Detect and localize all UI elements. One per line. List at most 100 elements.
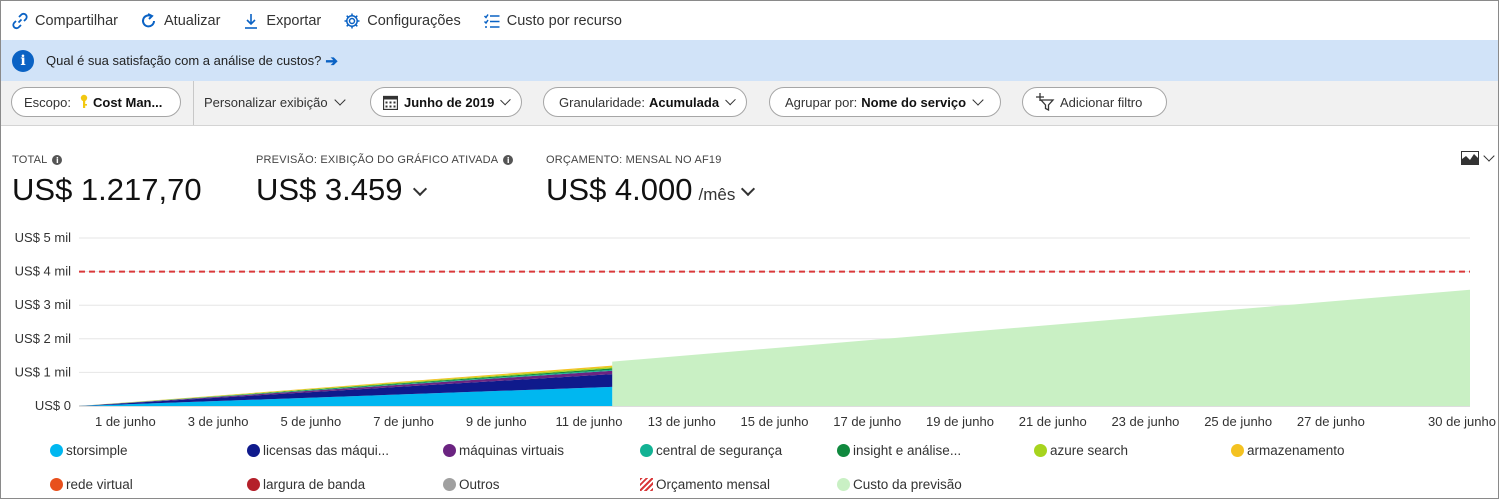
cost-by-resource-label: Custo por recurso — [506, 12, 622, 29]
x-tick-label: 21 de junho — [1019, 414, 1087, 429]
granularity-label: Granularidade: — [559, 94, 645, 110]
chart-type-selector[interactable] — [1461, 150, 1495, 165]
x-tick-label: 9 de junho — [466, 414, 527, 429]
customize-view-dropdown[interactable]: Personalizar exibição — [204, 87, 346, 117]
legend-swatch — [640, 444, 653, 457]
cost-by-resource-button[interactable]: Custo por recurso — [483, 1, 622, 40]
legend-swatch — [50, 444, 63, 457]
total-value: US$ 1.217,70 — [12, 172, 202, 207]
scope-value: Cost Man... — [92, 94, 163, 110]
legend-item[interactable]: storsimple — [50, 443, 128, 458]
feedback-banner: i Qual é sua satisfação com a análise de… — [1, 40, 1498, 81]
export-button[interactable]: Exportar — [242, 1, 321, 40]
add-filter-button[interactable]: Adicionar filtro — [1022, 87, 1167, 117]
add-filter-icon — [1035, 93, 1055, 111]
legend-swatch — [247, 478, 260, 491]
legend-item[interactable]: licensas das máqui... — [247, 443, 389, 458]
x-tick-label: 23 de junho — [1111, 414, 1179, 429]
forecast-kpi: PREVISÃO: EXIBIÇÃO DO GRÁFICO ATIVADA i U… — [256, 154, 514, 208]
legend-swatch — [443, 478, 456, 491]
legend-swatch — [247, 444, 260, 457]
add-filter-label: Adicionar filtro — [1060, 94, 1143, 110]
legend-item[interactable]: rede virtual — [50, 477, 133, 492]
legend-item[interactable]: máquinas virtuais — [443, 443, 564, 458]
group-by-label: Agrupar por: — [785, 94, 858, 110]
granularity-pill[interactable]: Granularidade: Acumulada — [543, 87, 747, 117]
legend-item[interactable]: insight e análise... — [837, 443, 961, 458]
forecast-label: PREVISÃO: EXIBIÇÃO DO GRÁFICO ATIVADA — [256, 154, 499, 166]
chevron-down-icon[interactable] — [412, 181, 427, 197]
refresh-button[interactable]: Atualizar — [140, 1, 220, 40]
filter-divider — [193, 81, 194, 125]
legend-swatch — [837, 444, 850, 457]
legend-swatch — [837, 478, 850, 491]
y-tick-label: US$ 4 mil — [15, 264, 71, 279]
refresh-icon — [140, 12, 158, 30]
x-tick-label: 15 de junho — [741, 414, 809, 429]
group-by-pill[interactable]: Agrupar por: Nome do serviço — [769, 87, 1001, 117]
legend-item[interactable]: azure search — [1034, 443, 1128, 458]
x-tick-label: 19 de junho — [926, 414, 994, 429]
y-tick-label: US$ 2 mil — [15, 331, 71, 346]
x-tick-label: 13 de junho — [648, 414, 716, 429]
legend-label: licensas das máqui... — [263, 443, 390, 458]
customize-view-label: Personalizar exibição — [204, 94, 328, 110]
chart-legend: storsimple licensas das máqui... máquinas … — [1, 441, 1498, 498]
settings-button[interactable]: Configurações — [343, 1, 461, 40]
granularity-value: Acumulada — [649, 94, 720, 110]
budget-value: US$ 4.000 — [546, 172, 693, 207]
chevron-down-icon[interactable] — [741, 181, 756, 197]
filter-bar: Escopo: Cost Man... Personalizar exibiçã… — [1, 81, 1498, 126]
total-label: TOTAL — [12, 154, 48, 166]
chevron-down-icon — [1483, 150, 1495, 162]
legend-item[interactable]: largura de banda — [247, 477, 365, 492]
budget-kpi: ORÇAMENTO: MENSAL NO AF19 US$ 4.000/mês — [546, 154, 756, 208]
budget-suffix: /mês — [698, 185, 736, 204]
y-tick-label: US$ 5 mil — [15, 230, 71, 245]
legend-swatch — [1231, 444, 1244, 457]
y-tick-label: US$ 3 mil — [15, 297, 71, 312]
legend-label: Custo da previsão — [853, 477, 962, 492]
download-icon — [242, 12, 260, 30]
legend-item[interactable]: central de segurança — [640, 443, 782, 458]
calendar-icon — [383, 95, 398, 110]
budget-label: ORÇAMENTO: MENSAL NO AF19 — [546, 154, 722, 166]
info-icon: i — [12, 49, 34, 72]
link-icon — [11, 12, 29, 30]
scope-pill[interactable]: Escopo: Cost Man... — [11, 87, 181, 117]
feedback-text[interactable]: Qual é sua satisfação com a análise de c… — [46, 53, 321, 68]
legend-label: central de segurança — [656, 443, 783, 458]
y-tick-label: US$ 0 — [35, 398, 71, 413]
chevron-down-icon — [500, 94, 511, 106]
x-tick-label: 30 de junho — [1428, 414, 1496, 429]
legend-item[interactable]: Outros — [443, 477, 500, 492]
legend-label: rede virtual — [66, 477, 133, 492]
x-tick-label: 1 de junho — [95, 414, 156, 429]
chevron-down-icon — [725, 94, 736, 106]
legend-item[interactable]: armazenamento — [1231, 443, 1345, 458]
scope-label: Escopo: — [24, 94, 71, 110]
legend-item[interactable]: Orçamento mensal — [640, 477, 770, 492]
group-by-value: Nome do serviço — [861, 94, 967, 110]
x-tick-label: 5 de junho — [280, 414, 341, 429]
share-label: Compartilhar — [35, 12, 118, 29]
list-icon — [483, 12, 501, 30]
legend-swatch — [1034, 444, 1047, 457]
legend-item[interactable]: Custo da previsão — [837, 477, 962, 492]
x-tick-label: 11 de junho — [556, 414, 623, 429]
info-icon[interactable]: i — [503, 155, 514, 165]
arrow-right-icon[interactable]: ➔ — [325, 52, 338, 70]
area-chart-icon — [1461, 151, 1479, 165]
date-picker-pill[interactable]: Junho de 2019 — [370, 87, 522, 117]
info-icon[interactable]: i — [52, 155, 63, 165]
legend-swatch — [50, 478, 63, 491]
legend-label: máquinas virtuais — [459, 443, 565, 458]
forecast-value: US$ 3.459 — [256, 172, 403, 207]
gear-icon — [343, 12, 361, 30]
refresh-label: Atualizar — [164, 12, 221, 29]
x-tick-label: 27 de junho — [1297, 414, 1365, 429]
legend-label: azure search — [1050, 443, 1129, 458]
share-button[interactable]: Compartilhar — [11, 1, 118, 40]
forecast-area — [612, 289, 1470, 406]
export-label: Exportar — [266, 12, 322, 29]
